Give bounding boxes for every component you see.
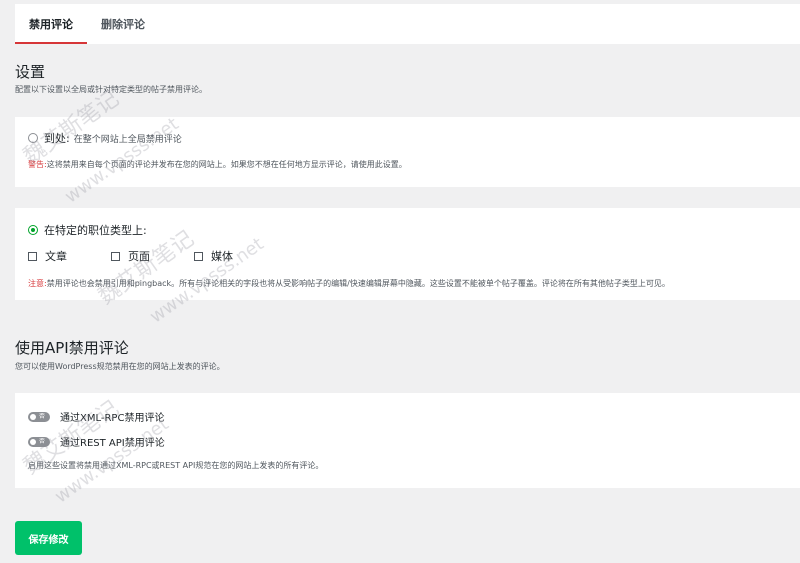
- api-title: 使用API禁用评论: [15, 339, 129, 357]
- tab-delete-comments[interactable]: 删除评论: [87, 4, 159, 44]
- tab-bar: 禁用评论 删除评论: [15, 4, 800, 44]
- everywhere-card: 到处: 在整个网站上全局禁用评论 警告:这将禁用来自每个页面的评论并发布在您的网…: [15, 117, 800, 187]
- note-text: 禁用评论也会禁用引用和pingback。所有与评论相关的字段也将从受影响帖子的编…: [46, 279, 670, 288]
- post-checkbox[interactable]: [28, 251, 37, 261]
- restapi-toggle-label: 通过REST API禁用评论: [60, 438, 165, 449]
- specific-label: 在特定的职位类型上:: [44, 224, 147, 237]
- everywhere-label: 到处:: [44, 132, 70, 145]
- everywhere-warning: 警告:这将禁用来自每个页面的评论并发布在您的网站上。如果您不想在任何地方显示评论…: [28, 159, 407, 170]
- warning-text: 这将禁用来自每个页面的评论并发布在您的网站上。如果您不想在任何地方显示评论，请使…: [46, 160, 407, 169]
- restapi-toggle-row[interactable]: 否 通过REST API禁用评论: [28, 434, 165, 449]
- everywhere-hint: 在整个网站上全局禁用评论: [73, 134, 182, 145]
- toggle-state: 否: [39, 412, 46, 420]
- toggle-state: 否: [39, 437, 46, 445]
- xmlrpc-toggle-label: 通过XML-RPC禁用评论: [60, 413, 165, 424]
- specific-radio[interactable]: [28, 225, 38, 235]
- everywhere-radio[interactable]: [28, 133, 38, 143]
- post-type-label: 文章: [45, 250, 67, 263]
- post-type-media[interactable]: 媒体: [194, 248, 233, 264]
- xmlrpc-toggle-row[interactable]: 否 通过XML-RPC禁用评论: [28, 409, 164, 424]
- api-card: 否 通过XML-RPC禁用评论 否 通过REST API禁用评论 启用这些设置将…: [15, 393, 800, 488]
- post-type-label: 页面: [128, 250, 150, 263]
- post-types-card: 在特定的职位类型上: 文章 页面 媒体 注意:禁用评论也会禁用引用和pingba…: [15, 208, 800, 300]
- api-footer-note: 启用这些设置将禁用通过XML-RPC或REST API规范在您的网站上发表的所有…: [28, 461, 324, 470]
- everywhere-option[interactable]: 到处: 在整个网站上全局禁用评论: [28, 130, 182, 146]
- note-label: 注意:: [28, 279, 47, 288]
- post-type-label: 媒体: [211, 250, 233, 263]
- xmlrpc-toggle[interactable]: 否: [28, 411, 50, 422]
- page-checkbox[interactable]: [111, 251, 120, 261]
- post-types-note: 注意:禁用评论也会禁用引用和pingback。所有与评论相关的字段也将从受影响帖…: [28, 278, 670, 289]
- specific-option[interactable]: 在特定的职位类型上:: [28, 222, 147, 238]
- restapi-toggle[interactable]: 否: [28, 436, 50, 447]
- save-button[interactable]: 保存修改: [15, 521, 82, 555]
- settings-description: 配置以下设置以全局或针对特定类型的帖子禁用评论。: [15, 85, 207, 94]
- post-type-page[interactable]: 页面: [111, 248, 150, 264]
- post-type-post[interactable]: 文章: [28, 248, 67, 264]
- post-type-checkboxes: 文章 页面 媒体: [28, 248, 277, 264]
- warning-label: 警告:: [28, 160, 47, 169]
- api-description: 您可以使用WordPress规范禁用在您的网站上发表的评论。: [15, 362, 225, 371]
- tab-disable-comments[interactable]: 禁用评论: [15, 4, 87, 44]
- media-checkbox[interactable]: [194, 251, 203, 261]
- settings-title: 设置: [15, 63, 46, 81]
